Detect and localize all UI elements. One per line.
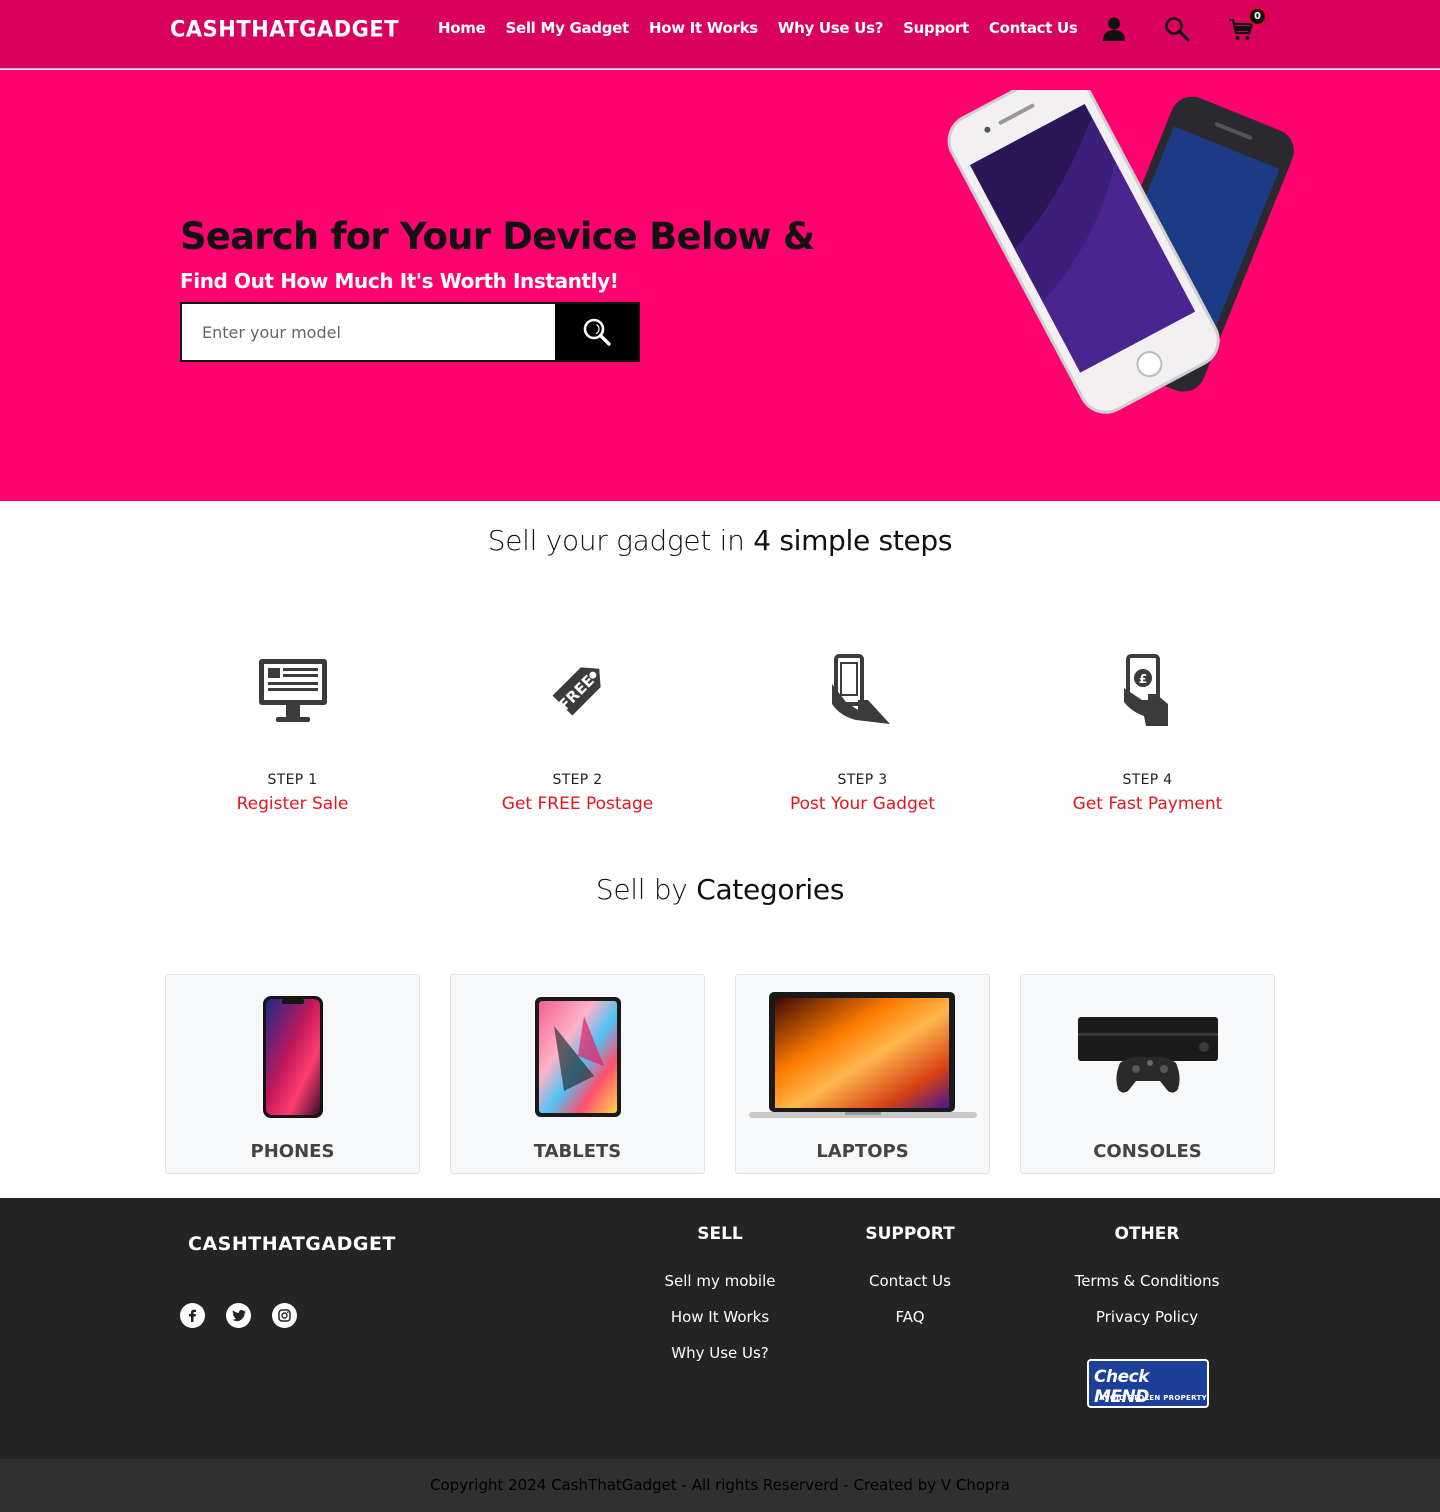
step-1: STEP 1 Register Sale <box>150 650 435 814</box>
footer-other-heading: OTHER <box>1114 1224 1180 1244</box>
step-4-label: Get Fast Payment <box>1072 794 1223 814</box>
hero-banner: Search for Your Device Below & Find Out … <box>0 70 1440 501</box>
hero-phones-image <box>947 90 1294 414</box>
user-icon[interactable] <box>1101 16 1127 42</box>
footer-support-column: SUPPORT Contact Us FAQ <box>810 1224 1010 1344</box>
step-3-number: STEP 3 <box>837 772 888 788</box>
footer-link-faq[interactable]: FAQ <box>810 1308 1010 1326</box>
steps-title-light-2: in <box>719 524 745 557</box>
main-nav: Home Sell My Gadget How It Works Why Use… <box>438 19 1078 37</box>
step-1-number: STEP 1 <box>267 772 318 788</box>
tablet-image <box>451 987 704 1127</box>
step-3: STEP 3 Post Your Gadget <box>720 650 1005 814</box>
hand-phone-icon <box>720 650 1005 730</box>
search-icon[interactable] <box>1164 16 1190 42</box>
footer-link-terms[interactable]: Terms & Conditions <box>1047 1272 1247 1290</box>
nav-home[interactable]: Home <box>438 19 486 37</box>
step-4-number: STEP 4 <box>1122 772 1173 788</box>
footer-link-why-use-us[interactable]: Why Use Us? <box>620 1344 820 1362</box>
footer-link-contact-us[interactable]: Contact Us <box>810 1272 1010 1290</box>
category-consoles[interactable]: CONSOLES <box>1020 974 1275 1174</box>
footer-support-heading: SUPPORT <box>865 1224 955 1244</box>
category-consoles-label: CONSOLES <box>1093 1141 1202 1162</box>
footer-other-column: OTHER Terms & Conditions Privacy Policy <box>1047 1224 1247 1344</box>
step-4: £ STEP 4 Get Fast Payment <box>1005 650 1290 814</box>
footer-sell-heading: SELL <box>697 1224 743 1244</box>
step-2-number: STEP 2 <box>552 772 603 788</box>
hero-subtitle: Find Out How Much It's Worth Instantly! <box>180 269 619 293</box>
site-logo[interactable]: CASHTHATGADGET <box>170 16 399 41</box>
checkmend-badge[interactable]: Check MEND AVOID STOLEN PROPERTY <box>1087 1359 1209 1408</box>
hand-payment-icon: £ <box>1005 650 1290 730</box>
nav-contact-us[interactable]: Contact Us <box>989 19 1078 37</box>
nav-sell-my-gadget[interactable]: Sell My Gadget <box>505 19 629 37</box>
categories-title-bold: Categories <box>696 873 845 906</box>
category-laptops-label: LAPTOPS <box>816 1141 909 1162</box>
step-3-label: Post Your Gadget <box>790 794 935 814</box>
free-tag-icon: FREE <box>435 650 720 730</box>
footer-link-how-it-works[interactable]: How It Works <box>620 1308 820 1326</box>
monitor-icon <box>150 650 435 730</box>
phone-image <box>166 987 419 1127</box>
svg-text:£: £ <box>1138 672 1146 686</box>
search-icon <box>583 318 611 346</box>
category-tablets-label: TABLETS <box>533 1141 622 1162</box>
copyright-bar: Copyright 2024 CashThatGadget - All righ… <box>0 1459 1440 1512</box>
cart-count-badge: 0 <box>1248 7 1267 26</box>
nav-support[interactable]: Support <box>903 19 969 37</box>
model-search-form <box>180 302 640 362</box>
twitter-icon[interactable] <box>226 1303 251 1328</box>
site-footer: CASHTHATGADGET SELL Sell my mobile How I… <box>0 1198 1440 1459</box>
steps-title-light-1: Sell your gadget <box>487 524 712 557</box>
steps-title-bold: 4 simple steps <box>753 524 953 557</box>
site-header: CASHTHATGADGET Home Sell My Gadget How I… <box>0 0 1440 69</box>
categories-section-title: Sell by Categories <box>0 873 1440 906</box>
step-2: FREE STEP 2 Get FREE Postage <box>435 650 720 814</box>
step-2-label: Get FREE Postage <box>501 794 654 814</box>
nav-why-use-us[interactable]: Why Use Us? <box>778 19 884 37</box>
footer-link-privacy[interactable]: Privacy Policy <box>1047 1308 1247 1326</box>
category-phones[interactable]: PHONES <box>165 974 420 1174</box>
footer-link-sell-my-mobile[interactable]: Sell my mobile <box>620 1272 820 1290</box>
footer-logo[interactable]: CASHTHATGADGET <box>188 1233 396 1255</box>
hero-title: Search for Your Device Below & <box>180 215 815 258</box>
footer-sell-column: SELL Sell my mobile How It Works Why Use… <box>620 1224 820 1380</box>
laptop-image <box>736 987 989 1127</box>
step-1-label: Register Sale <box>236 794 349 814</box>
console-image <box>1021 987 1274 1127</box>
facebook-icon[interactable] <box>180 1303 205 1328</box>
model-search-input[interactable] <box>182 304 555 360</box>
model-search-button[interactable] <box>555 304 638 360</box>
category-phones-label: PHONES <box>250 1141 335 1162</box>
category-laptops[interactable]: LAPTOPS <box>735 974 990 1174</box>
instagram-icon[interactable] <box>272 1303 297 1328</box>
steps-section-title: Sell your gadget in 4 simple steps <box>0 524 1440 557</box>
categories-title-light: Sell by <box>595 873 688 906</box>
nav-how-it-works[interactable]: How It Works <box>649 19 758 37</box>
checkmend-tagline: AVOID STOLEN PROPERTY <box>1099 1394 1207 1402</box>
category-tablets[interactable]: TABLETS <box>450 974 705 1174</box>
